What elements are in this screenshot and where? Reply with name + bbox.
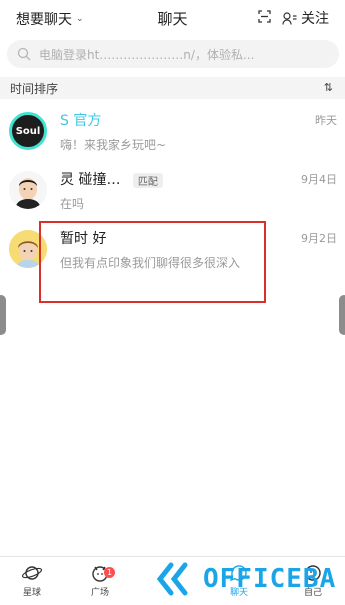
conversation-item[interactable]: 灵 碰撞… 匹配 在吗 9月4日	[0, 163, 345, 223]
watermark-logo-icon	[156, 562, 188, 596]
conversation-preview: 嗨！来我家乡玩吧~	[60, 138, 167, 152]
nav-square-label: 广场	[90, 588, 109, 598]
conversation-item[interactable]: Soul S 官方 嗨！来我家乡玩吧~ 昨天	[0, 104, 345, 164]
search-input[interactable]: 电脑登录ht…………………n/，体验私...	[7, 40, 339, 68]
conversation-time: 9月4日	[301, 173, 337, 186]
square-badge: 1	[104, 567, 115, 578]
highlight-box	[39, 221, 266, 303]
watermark-text: OFFICEBA	[203, 564, 337, 594]
conversation-name: S 官方	[60, 113, 102, 129]
conversation-name: 灵 碰撞… 匹配	[60, 169, 163, 189]
follow-label: 关注	[301, 11, 329, 27]
conversation-preview: 在吗	[60, 197, 85, 211]
nav-square[interactable]: 1 广场	[70, 561, 130, 601]
sort-label: 时间排序	[10, 82, 59, 96]
top-bar: 想要聊天 ⌄ 聊天 关注	[0, 0, 345, 36]
avatar-illustration	[9, 171, 47, 209]
avatar-logo-text: Soul	[15, 125, 41, 137]
user-icon	[282, 11, 297, 25]
nav-planet[interactable]: 星球	[2, 561, 62, 601]
sort-toggle-icon[interactable]: ⇅	[324, 81, 333, 94]
follow-button[interactable]: 关注	[282, 8, 329, 28]
conversation-time: 9月2日	[301, 232, 337, 245]
conversation-time: 昨天	[315, 114, 337, 127]
left-edge-handle[interactable]	[0, 295, 6, 335]
sort-bar: 时间排序 ⇅	[0, 77, 345, 99]
match-tag: 匹配	[132, 172, 163, 188]
scan-icon[interactable]	[258, 10, 271, 23]
planet-icon	[21, 566, 43, 580]
right-edge-handle[interactable]	[339, 295, 345, 335]
search-icon	[17, 47, 31, 61]
watermark: OFFICEBA	[155, 559, 345, 599]
nav-planet-label: 星球	[22, 588, 41, 598]
avatar: Soul	[9, 112, 47, 150]
search-placeholder: 电脑登录ht…………………n/，体验私...	[39, 47, 255, 62]
avatar	[9, 171, 47, 209]
